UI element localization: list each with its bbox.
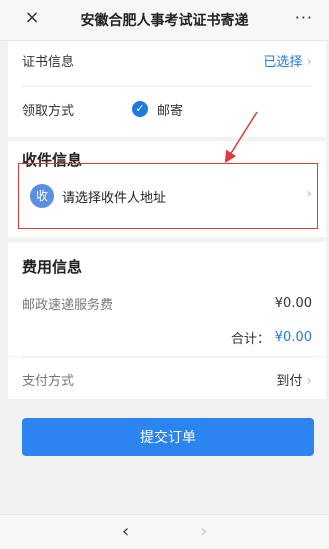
divider (22, 86, 312, 87)
payment-method-label: 支付方式 (22, 373, 75, 389)
top-bar: × 安徽合肥人事考试证书寄递 ··· (0, 0, 329, 41)
chevron-right-icon: › (306, 372, 312, 389)
delivery-option-mail[interactable]: 邮寄 (157, 100, 183, 119)
certificate-label: 证书信息 (22, 54, 75, 70)
certificate-row[interactable]: 证书信息 已选择 › (8, 41, 326, 79)
certificate-section: 证书信息 已选择 › 领取方式 ✓ 邮寄 (8, 41, 326, 137)
check-circle-icon[interactable]: ✓ (132, 101, 148, 117)
certificate-value-wrap[interactable]: 已选择 › (263, 51, 312, 70)
chevron-right-icon[interactable]: › (306, 186, 312, 202)
delivery-method-row: 领取方式 ✓ 邮寄 (8, 89, 326, 129)
certificate-value: 已选择 (263, 54, 303, 70)
total-row: 合计： ¥0.00 (8, 320, 326, 354)
postal-fee-amount: ¥0.00 (274, 295, 312, 311)
payment-section: 支付方式 到付 › (8, 357, 326, 399)
back-icon[interactable]: ‹ (122, 521, 129, 542)
more-options-icon[interactable]: ··· (295, 8, 313, 28)
total-amount: ¥0.00 (274, 329, 312, 345)
recipient-badge-icon: 收 (30, 184, 54, 208)
total-label: 合计： (230, 331, 270, 347)
delivery-method-label: 领取方式 (22, 103, 75, 119)
select-address-link[interactable]: 请选择收件人地址 (62, 187, 166, 206)
forward-icon[interactable]: › (200, 521, 207, 542)
payment-method-value-wrap[interactable]: 到付 › (276, 370, 312, 389)
close-icon[interactable]: × (22, 8, 42, 28)
payment-method-value: 到付 (276, 373, 303, 389)
divider (22, 357, 312, 358)
fees-section-title: 费用信息 (22, 258, 83, 276)
postal-fee-row: 邮政速递服务费 ¥0.00 (8, 286, 326, 320)
page-title: 安徽合肥人事考试证书寄递 (80, 13, 249, 29)
payment-method-row[interactable]: 支付方式 到付 › (8, 361, 326, 397)
postal-fee-label: 邮政速递服务费 (22, 297, 114, 313)
chevron-right-icon: › (306, 53, 312, 70)
recipient-section: 收件信息 收 请选择收件人地址 › (8, 141, 326, 237)
fees-section: 费用信息 邮政速递服务费 ¥0.00 合计： ¥0.00 (8, 242, 326, 356)
bottom-nav-bar: ‹ › (0, 514, 329, 549)
submit-order-button[interactable]: 提交订单 (22, 418, 314, 456)
